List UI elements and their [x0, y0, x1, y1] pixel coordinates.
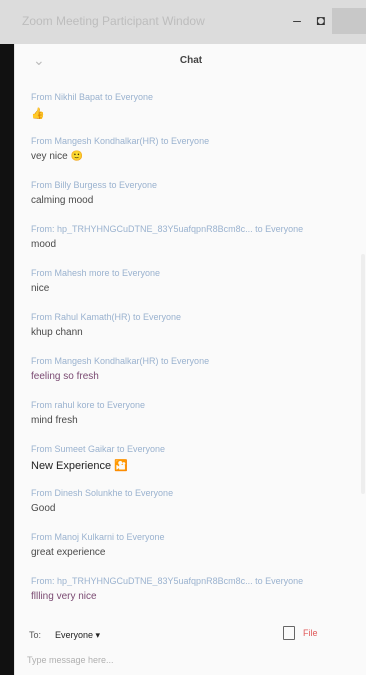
chat-message: From Mangesh Kondhalkar(HR) to Everyone … — [31, 136, 361, 162]
recipient-dropdown[interactable]: Everyone ▾ — [53, 629, 102, 642]
chat-message: From Manoj Kulkarni to Everyone great ex… — [31, 532, 361, 558]
scrollbar[interactable] — [361, 254, 365, 494]
chat-message: From Sumeet Gaikar to Everyone New Exper… — [31, 444, 361, 472]
chat-message: From rahul kore to Everyone mind fresh — [31, 400, 361, 426]
chat-header: ⌄ Chat — [15, 44, 366, 74]
message-text: 👍 — [31, 108, 45, 120]
chat-message: From Mahesh more to Everyone nice — [31, 268, 361, 294]
chat-title: Chat — [179, 55, 203, 66]
window-titlebar: Zoom Meeting Participant Window – ◘ — [0, 0, 366, 44]
window-title: Zoom Meeting Participant Window — [22, 14, 205, 28]
file-button[interactable]: File — [303, 628, 318, 638]
message-sender: From Dinesh Solunkhe to Everyone — [31, 488, 174, 498]
to-label: To: — [29, 630, 42, 640]
message-text: feeling so fresh — [31, 371, 99, 382]
message-sender: From: hp_TRHYHNGCuDTNE_83Y5uafqpnR8Bcm8c… — [31, 224, 304, 234]
message-sender: From Mahesh more to Everyone — [31, 268, 161, 278]
message-text: calming mood — [31, 195, 94, 206]
message-sender: From Nikhil Bapat to Everyone — [31, 92, 154, 102]
message-sender: From rahul kore to Everyone — [31, 400, 146, 410]
message-sender: From Mangesh Kondhalkar(HR) to Everyone — [31, 136, 210, 146]
message-text: khup chann — [31, 327, 83, 338]
message-text: mood — [31, 239, 57, 250]
message-input[interactable] — [25, 650, 359, 670]
message-text: New Experience 🎦 — [31, 460, 128, 472]
chat-panel: ⌄ Chat From Nikhil Bapat to Everyone 👍 F… — [14, 44, 366, 675]
message-sender: From Sumeet Gaikar to Everyone — [31, 444, 166, 454]
message-sender: From Manoj Kulkarni to Everyone — [31, 532, 165, 542]
chat-message: From Billy Burgess to Everyone calming m… — [31, 180, 361, 206]
minimize-icon[interactable]: – — [289, 12, 305, 28]
chat-message-list[interactable]: From Nikhil Bapat to Everyone 👍 From Man… — [15, 84, 366, 604]
chat-message: From Rahul Kamath(HR) to Everyone khup c… — [31, 312, 361, 338]
message-text: mind fresh — [31, 415, 78, 426]
message-sender: From Billy Burgess to Everyone — [31, 180, 158, 190]
chat-message: From: hp_TRHYHNGCuDTNE_83Y5uafqpnR8Bcm8c… — [31, 576, 361, 602]
maximize-icon[interactable]: ◘ — [313, 12, 329, 28]
background-edge — [0, 0, 14, 675]
message-text: great experience — [31, 547, 106, 558]
chat-footer: To: Everyone ▾ File — [15, 616, 366, 675]
file-icon[interactable] — [283, 626, 295, 640]
message-sender: From: hp_TRHYHNGCuDTNE_83Y5uafqpnR8Bcm8c… — [31, 576, 304, 586]
message-text: nice — [31, 283, 50, 294]
close-button[interactable] — [332, 8, 366, 34]
message-sender: From Mangesh Kondhalkar(HR) to Everyone — [31, 356, 210, 366]
chat-message: From Nikhil Bapat to Everyone 👍 — [31, 92, 361, 120]
message-text: vey nice 🙂 — [31, 151, 83, 162]
message-text: fllling very nice — [31, 591, 97, 602]
message-sender: From Rahul Kamath(HR) to Everyone — [31, 312, 182, 322]
chat-message: From: hp_TRHYHNGCuDTNE_83Y5uafqpnR8Bcm8c… — [31, 224, 361, 250]
chat-message: From Mangesh Kondhalkar(HR) to Everyone … — [31, 356, 361, 382]
chat-message: From Dinesh Solunkhe to Everyone Good — [31, 488, 361, 514]
message-text: Good — [31, 503, 56, 514]
